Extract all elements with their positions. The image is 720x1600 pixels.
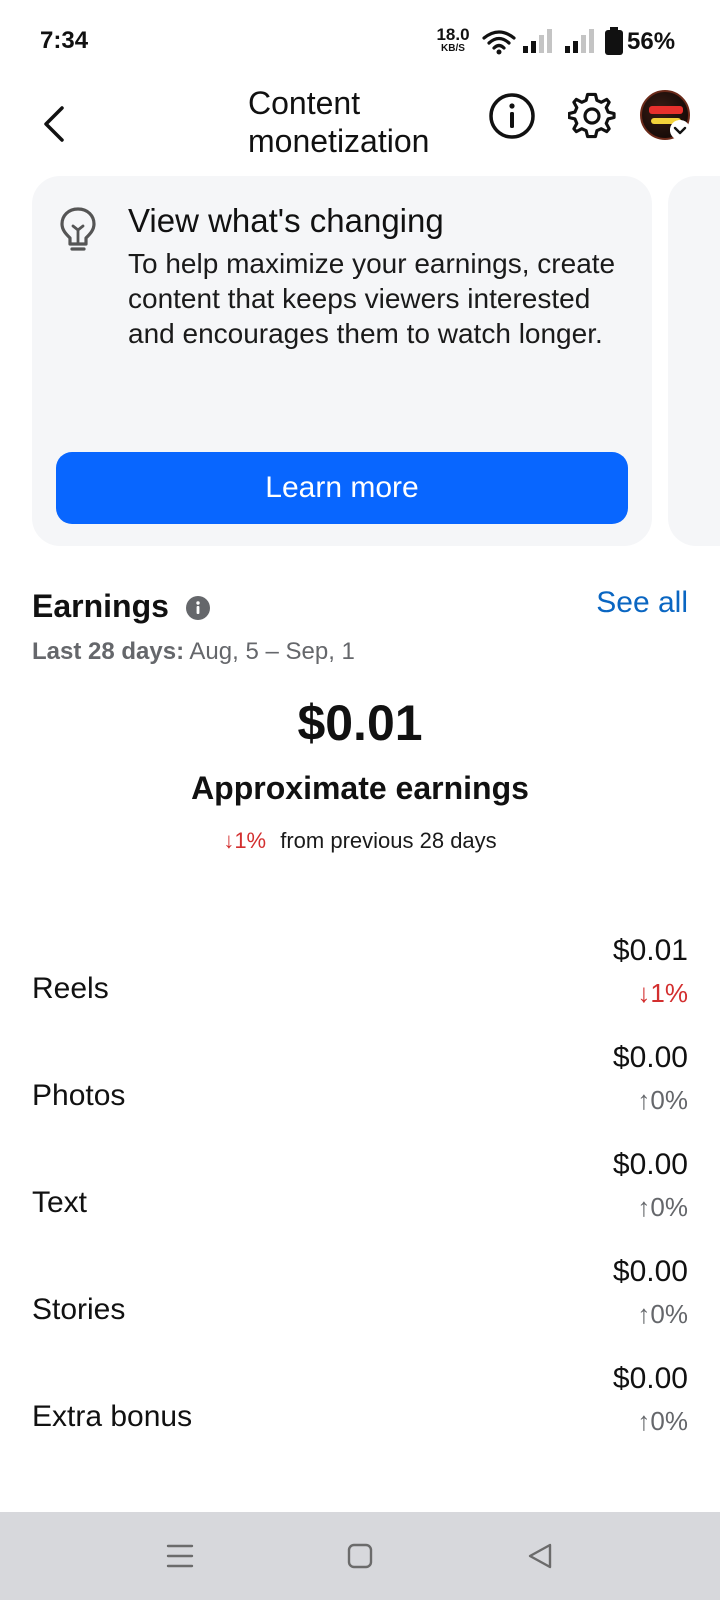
- date-range-prefix: Last 28 days:: [32, 638, 185, 665]
- earnings-row-reels[interactable]: Reels $0.01 ↓1%: [32, 934, 688, 1034]
- lightbulb-icon: [60, 207, 96, 251]
- battery-percent: 56%: [627, 28, 676, 55]
- row-label: Text: [32, 1186, 88, 1219]
- earnings-row-text[interactable]: Text $0.00 ↑0%: [32, 1148, 688, 1248]
- promo-body: To help maximize your earnings, create c…: [128, 248, 616, 349]
- total-change-value: ↓1%: [223, 828, 267, 853]
- menu-icon: [166, 1544, 194, 1568]
- earnings-row-stories[interactable]: Stories $0.00 ↑0%: [32, 1255, 688, 1355]
- wifi-icon: [482, 30, 516, 55]
- row-change: ↓1%: [637, 978, 688, 1008]
- date-range: Last 28 days: Aug, 5 – Sep, 1: [32, 638, 355, 666]
- system-nav-bar: [0, 1512, 720, 1600]
- row-change: ↑0%: [637, 1192, 688, 1222]
- back-button[interactable]: [36, 94, 76, 154]
- learn-more-button[interactable]: Learn more: [56, 452, 628, 524]
- total-earnings-amount: $0.01: [297, 695, 423, 751]
- next-promo-card[interactable]: [668, 176, 720, 546]
- battery-icon: [605, 27, 623, 55]
- status-bar: 7:34 18.0 KB/S 56%: [0, 0, 720, 84]
- signal-icon: [565, 29, 594, 53]
- earnings-title: Earnings: [32, 588, 169, 624]
- net-speed-unit: KB/S: [441, 43, 465, 54]
- recent-apps-button[interactable]: [130, 1512, 230, 1600]
- row-change: ↑0%: [637, 1299, 688, 1329]
- row-label: Stories: [32, 1293, 126, 1326]
- back-arrow-icon: [44, 106, 64, 142]
- net-speed-value: 18.0: [436, 25, 470, 44]
- info-icon[interactable]: [186, 596, 210, 620]
- back-nav-button[interactable]: [490, 1512, 590, 1600]
- gear-icon: [567, 92, 616, 139]
- avatar-graphic: [649, 106, 683, 114]
- row-label: Photos: [32, 1079, 126, 1112]
- earnings-row-photos[interactable]: Photos $0.00 ↑0%: [32, 1041, 688, 1141]
- back-triangle-icon: [528, 1543, 552, 1569]
- row-amount: $0.00: [612, 1255, 688, 1288]
- status-time: 7:34: [40, 27, 89, 54]
- row-amount: $0.00: [612, 1041, 688, 1074]
- chevron-down-icon[interactable]: [670, 120, 690, 140]
- row-label: Reels: [32, 972, 109, 1005]
- total-change-suffix: from previous 28 days: [280, 828, 497, 853]
- info-icon: [489, 93, 535, 139]
- page-title: Content monetization: [248, 85, 430, 154]
- row-amount: $0.00: [612, 1362, 688, 1395]
- row-change: ↑0%: [637, 1085, 688, 1115]
- row-amount: $0.00: [612, 1148, 688, 1181]
- row-change: ↑0%: [637, 1406, 688, 1436]
- promo-title: View what's changing: [128, 202, 444, 239]
- home-square-icon: [347, 1543, 373, 1569]
- see-all-link[interactable]: See all: [596, 586, 688, 620]
- header: Content monetization: [0, 84, 720, 172]
- promo-card: View what's changing To help maximize yo…: [32, 176, 652, 546]
- net-speed-indicator: 18.0 KB/S: [432, 26, 474, 54]
- earnings-row-extra-bonus[interactable]: Extra bonus $0.00 ↑0%: [32, 1362, 688, 1462]
- row-amount: $0.01: [612, 934, 688, 967]
- signal-icon: [523, 29, 552, 53]
- row-label: Extra bonus: [32, 1400, 193, 1433]
- info-button[interactable]: [488, 92, 536, 140]
- date-range-value: Aug, 5 – Sep, 1: [189, 638, 355, 665]
- total-earnings-label: Approximate earnings: [191, 770, 529, 806]
- home-button[interactable]: [310, 1512, 410, 1600]
- total-earnings-change: ↓1% from previous 28 days: [0, 828, 720, 854]
- settings-button[interactable]: [567, 92, 616, 140]
